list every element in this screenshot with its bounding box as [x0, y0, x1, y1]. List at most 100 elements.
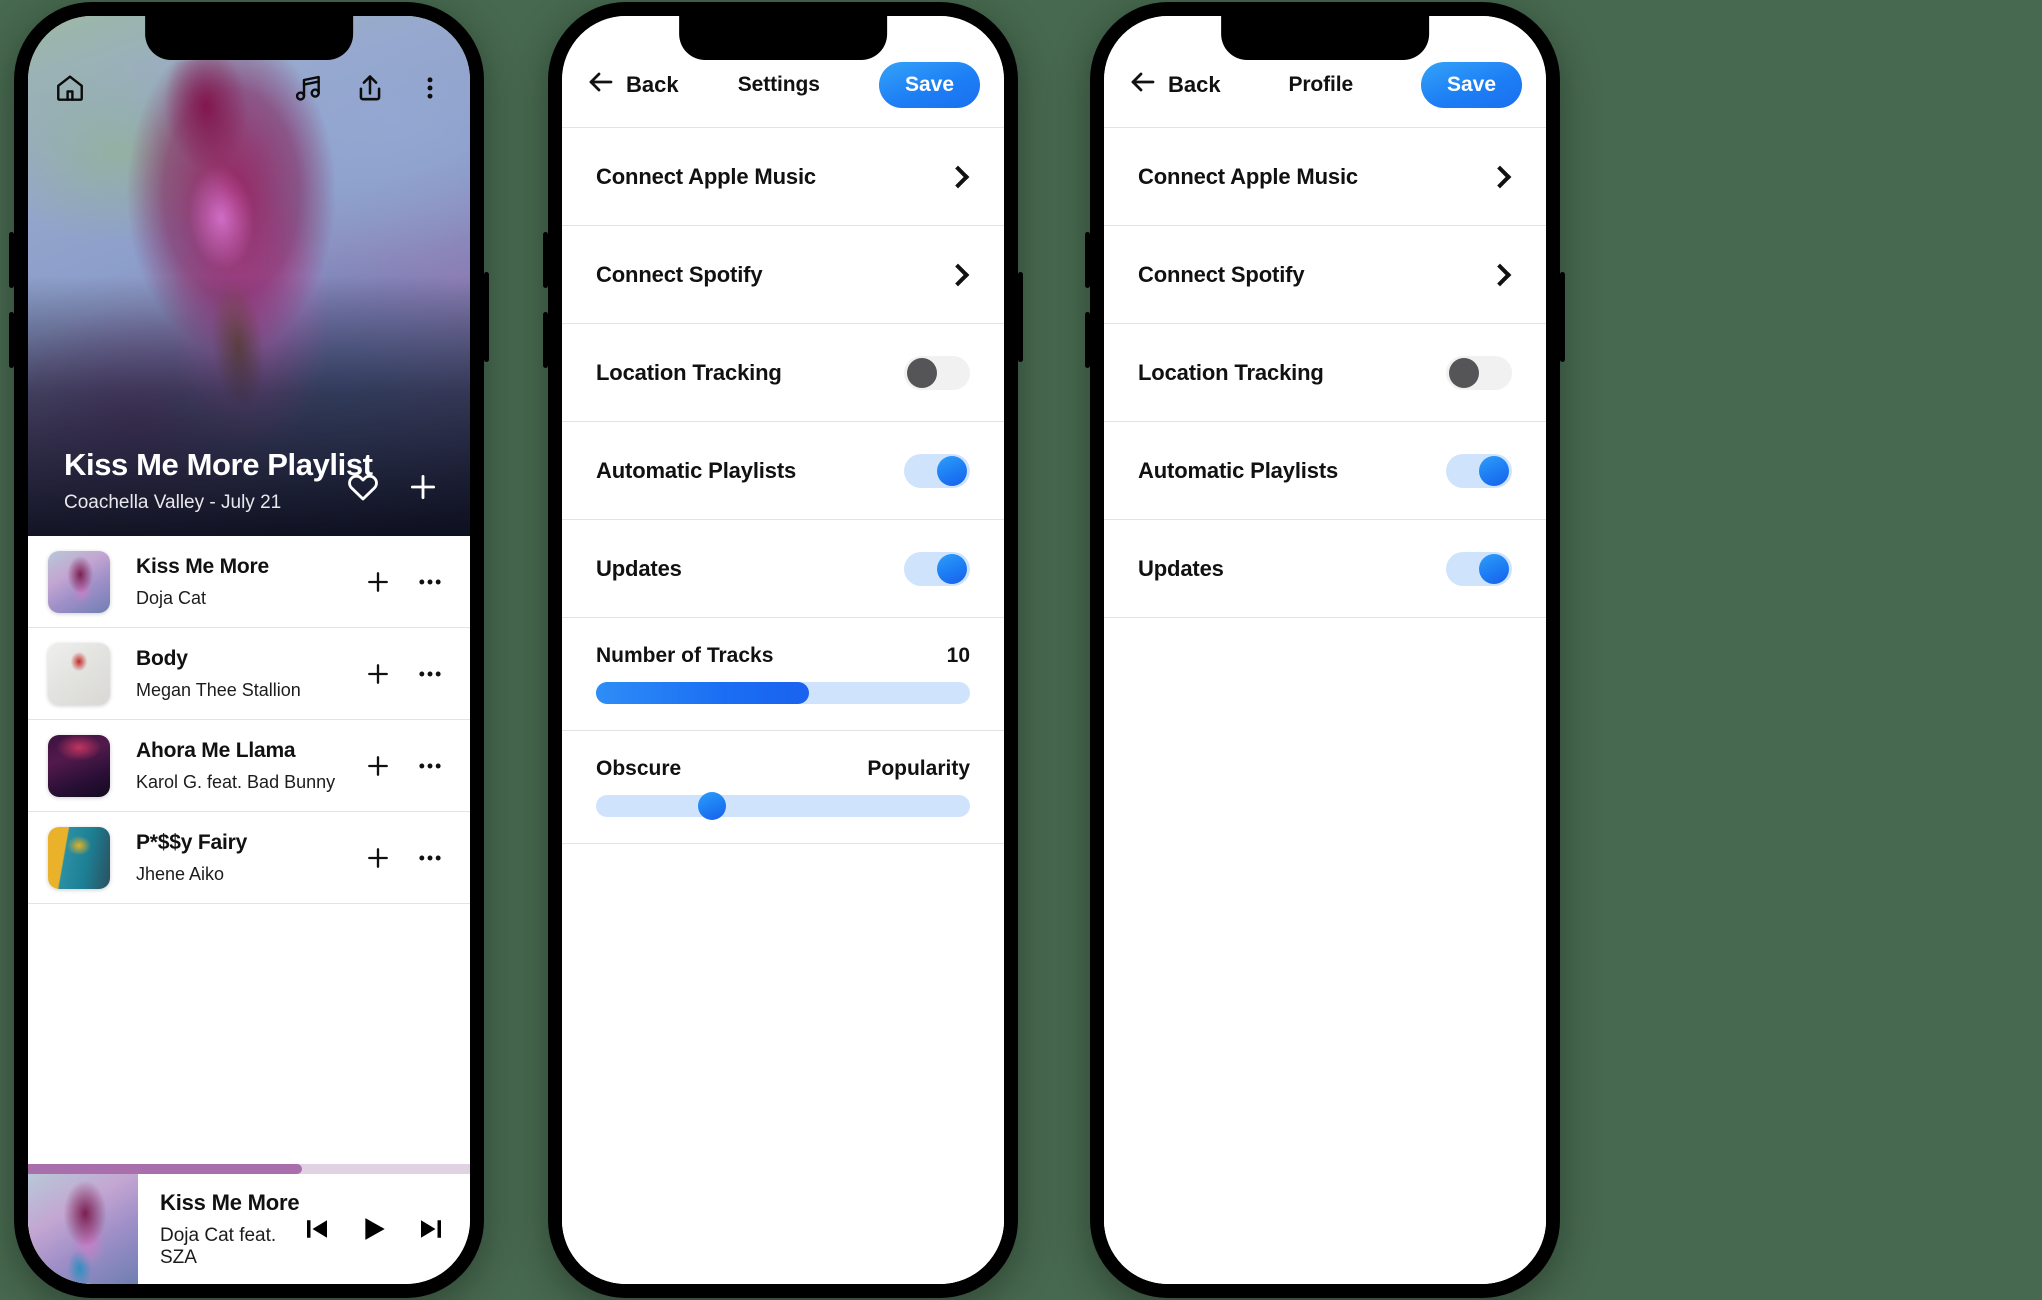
row-label: Connect Spotify	[1138, 261, 1305, 287]
chevron-right-icon	[1488, 165, 1512, 188]
now-playing-title: Kiss Me More	[160, 1189, 300, 1215]
playlist-subtitle: Coachella Valley - July 21	[64, 492, 282, 513]
save-button[interactable]: Save	[1420, 61, 1522, 108]
phone-playlist: Kiss Me More Playlist Coachella Valley -…	[9, 2, 489, 1298]
home-icon[interactable]	[54, 72, 86, 104]
playlist-hero: Kiss Me More Playlist Coachella Valley -…	[28, 16, 470, 536]
popularity-slider[interactable]	[596, 792, 970, 820]
sidebar-item-connect-apple-music[interactable]: Connect Apple Music	[562, 128, 1004, 226]
volume-down-button[interactable]	[1085, 312, 1090, 368]
volume-down-button[interactable]	[543, 312, 548, 368]
row-label: Connect Spotify	[596, 261, 763, 287]
number-of-tracks-head: Number of Tracks 10	[596, 644, 970, 668]
heart-icon[interactable]	[346, 470, 380, 504]
updates-toggle[interactable]	[904, 551, 970, 586]
track-artist: Megan Thee Stallion	[136, 679, 301, 700]
automatic-playlists-toggle[interactable]	[1446, 453, 1512, 488]
save-button[interactable]: Save	[878, 61, 980, 108]
arrow-left-icon	[1128, 67, 1158, 102]
power-button[interactable]	[484, 272, 489, 362]
skip-previous-icon[interactable]	[302, 1214, 332, 1244]
plus-icon[interactable]	[406, 470, 440, 504]
row-label: Automatic Playlists	[1138, 457, 1339, 483]
more-vertical-icon[interactable]	[416, 72, 444, 104]
updates-toggle[interactable]	[1446, 551, 1512, 586]
row-label: Connect Apple Music	[596, 163, 817, 189]
chevron-right-icon	[946, 165, 970, 188]
arrow-left-icon	[586, 67, 616, 102]
number-of-tracks-slider-fill	[596, 682, 810, 704]
profile-body: Connect Apple Music Connect Spotify Loca…	[1104, 128, 1546, 1284]
share-upload-icon[interactable]	[354, 72, 386, 104]
table-row[interactable]: Ahora Me Llama Karol G. feat. Bad Bunny	[28, 720, 470, 812]
setting-row-automatic-playlists: Automatic Playlists	[1104, 422, 1546, 520]
volume-up-button[interactable]	[1085, 232, 1090, 288]
track-title: Kiss Me More	[136, 554, 269, 578]
sidebar-item-connect-spotify[interactable]: Connect Spotify	[562, 226, 1004, 324]
sidebar-item-connect-apple-music[interactable]: Connect Apple Music	[1104, 128, 1546, 226]
track-artist: Doja Cat	[136, 587, 207, 608]
track-artist: Jhene Aiko	[136, 863, 225, 884]
table-row[interactable]: Kiss Me More Doja Cat	[28, 536, 470, 628]
plus-icon[interactable]	[364, 660, 392, 688]
obscure-label: Obscure	[596, 757, 682, 780]
back-button[interactable]: Back	[586, 67, 679, 102]
plus-icon[interactable]	[364, 844, 392, 872]
more-horizontal-icon[interactable]	[414, 660, 446, 688]
toggle-knob	[937, 553, 967, 584]
row-label: Location Tracking	[596, 359, 782, 385]
location-tracking-toggle[interactable]	[904, 355, 970, 390]
track-meta: P*$$y Fairy Jhene Aiko	[136, 831, 364, 885]
playlist-topbar-actions	[292, 72, 444, 104]
track-title: P*$$y Fairy	[136, 830, 248, 854]
album-art	[48, 550, 110, 613]
sidebar-item-connect-spotify[interactable]: Connect Spotify	[1104, 226, 1546, 324]
more-horizontal-icon[interactable]	[414, 752, 446, 780]
number-of-tracks-slider[interactable]	[596, 682, 970, 704]
skip-next-icon[interactable]	[416, 1214, 446, 1244]
popularity-slider-thumb[interactable]	[697, 792, 726, 820]
table-row[interactable]: Body Megan Thee Stallion	[28, 628, 470, 720]
more-horizontal-icon[interactable]	[414, 844, 446, 872]
track-actions	[364, 568, 446, 596]
row-label: Updates	[596, 555, 682, 581]
now-playing-artist: Doja Cat feat. SZA	[160, 1224, 277, 1268]
profile-empty-area	[1104, 618, 1546, 1284]
playback-progress-bar[interactable]	[28, 1164, 470, 1174]
setting-row-automatic-playlists: Automatic Playlists	[562, 422, 1004, 520]
toggle-knob	[1479, 553, 1509, 584]
phone-profile: Back Profile Save Connect Apple Music Co…	[1085, 2, 1565, 1298]
toggle-knob	[1479, 455, 1509, 486]
settings-screen: Back Settings Save Connect Apple Music C…	[562, 16, 1004, 1284]
row-label: Updates	[1138, 555, 1224, 581]
chevron-right-icon	[946, 263, 970, 286]
chevron-right-icon	[1488, 263, 1512, 286]
location-tracking-toggle[interactable]	[1446, 355, 1512, 390]
volume-up-button[interactable]	[543, 232, 548, 288]
row-label: Connect Apple Music	[1138, 163, 1359, 189]
back-label: Back	[626, 71, 679, 97]
more-horizontal-icon[interactable]	[414, 568, 446, 596]
playback-progress-fill	[28, 1164, 303, 1174]
power-button[interactable]	[1018, 272, 1023, 362]
power-button[interactable]	[1560, 272, 1565, 362]
play-icon[interactable]	[358, 1213, 390, 1245]
phone-settings: Back Settings Save Connect Apple Music C…	[543, 2, 1023, 1298]
album-art	[48, 642, 110, 705]
plus-icon[interactable]	[364, 568, 392, 596]
track-meta: Kiss Me More Doja Cat	[136, 555, 364, 609]
back-button[interactable]: Back	[1128, 67, 1221, 102]
popularity-block: Obscure Popularity	[562, 731, 1004, 844]
playlist-header-text: Kiss Me More Playlist Coachella Valley -…	[64, 447, 373, 514]
number-of-tracks-value: 10	[946, 644, 970, 667]
table-row[interactable]: P*$$y Fairy Jhene Aiko	[28, 812, 470, 904]
playlist-hero-actions	[346, 470, 440, 504]
settings-empty-area	[562, 844, 1004, 1284]
music-note-icon[interactable]	[292, 72, 324, 104]
volume-down-button[interactable]	[9, 312, 14, 368]
volume-up-button[interactable]	[9, 232, 14, 288]
playlist-topbar	[28, 72, 470, 104]
plus-icon[interactable]	[364, 752, 392, 780]
automatic-playlists-toggle[interactable]	[904, 453, 970, 488]
track-actions	[364, 660, 446, 688]
